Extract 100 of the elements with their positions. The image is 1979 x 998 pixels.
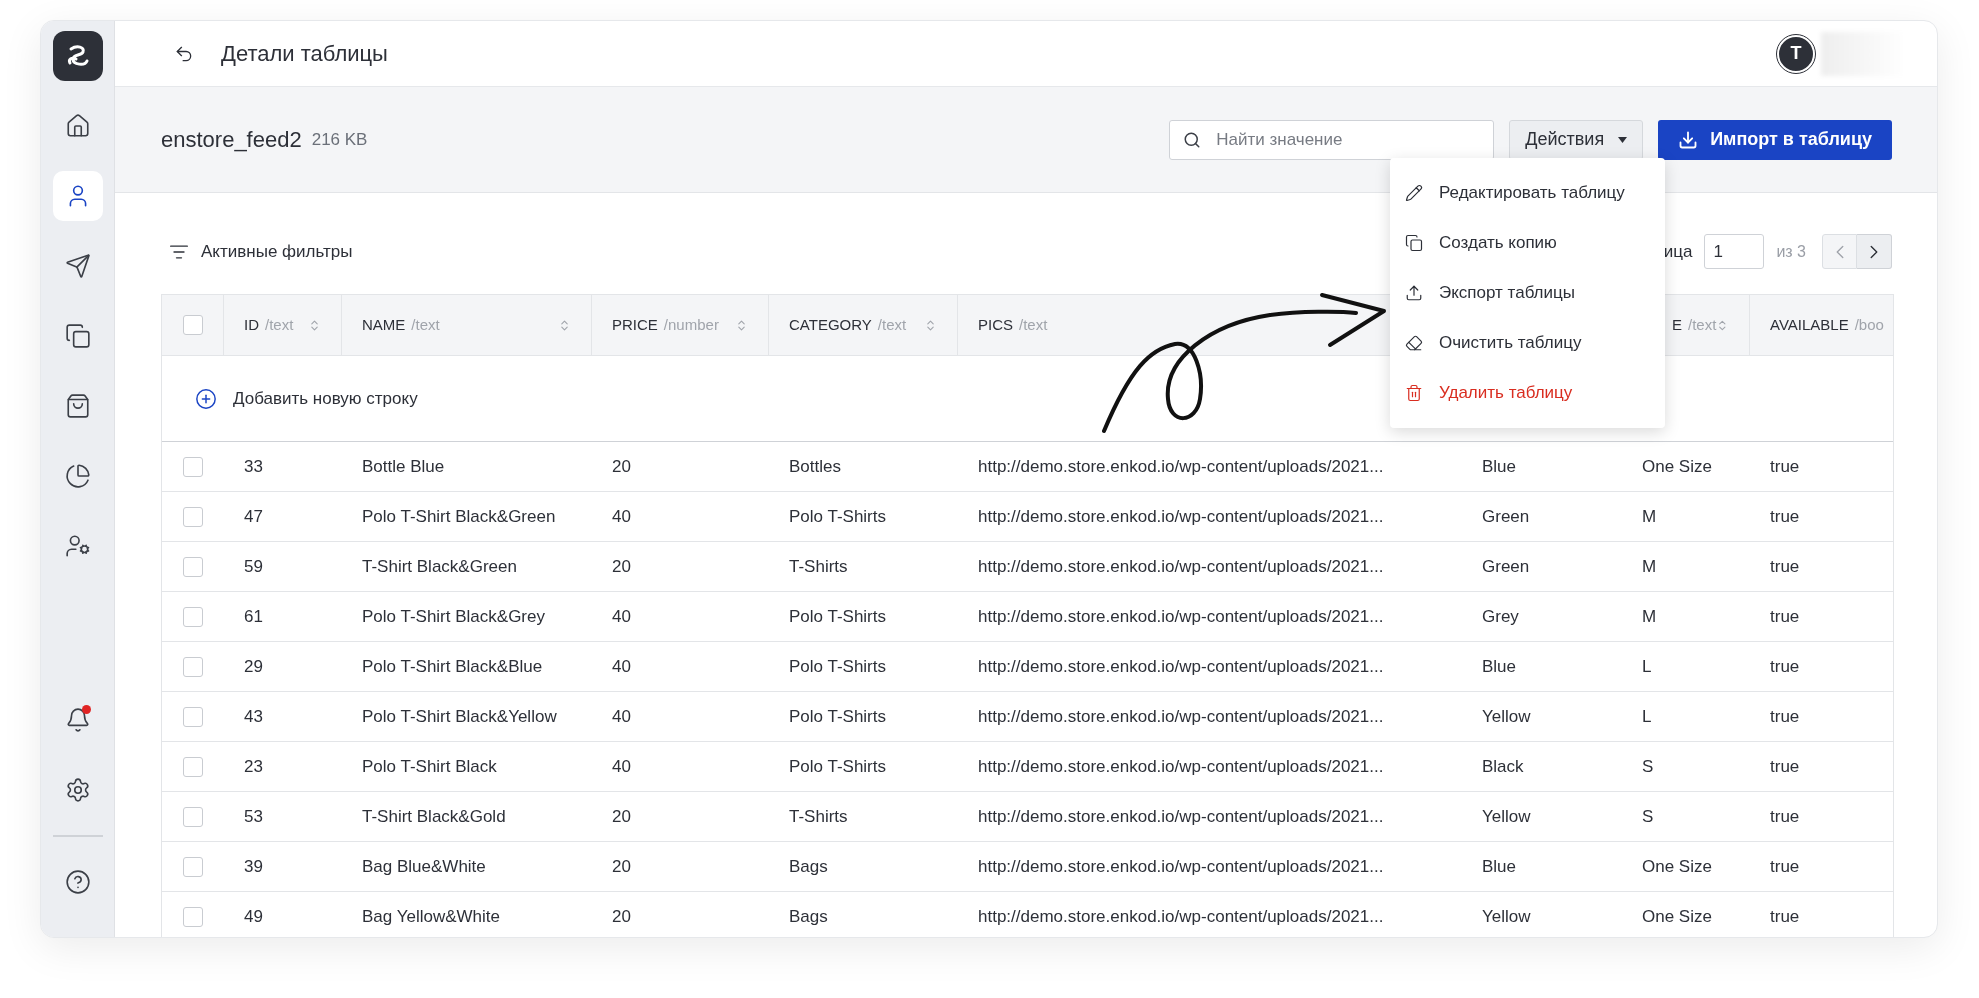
pencil-icon (1405, 184, 1423, 202)
column-header[interactable]: PRICE /number (612, 313, 719, 337)
download-icon (1678, 129, 1699, 150)
menu-item[interactable]: Создать копию (1390, 218, 1665, 268)
table-cell-text: Yellow (1482, 705, 1531, 728)
table-cell-text: 53 (244, 805, 263, 828)
table-cell-text: 29 (244, 655, 263, 678)
import-button[interactable]: Импорт в таблицу (1658, 119, 1892, 160)
add-row-button[interactable]: Добавить новую строку (195, 385, 418, 412)
table-cell-text: S (1642, 755, 1654, 778)
sidebar-item[interactable] (52, 171, 103, 221)
checkbox[interactable] (183, 756, 203, 777)
menu-item[interactable]: Редактировать таблицу (1390, 168, 1665, 218)
table-cell-text: Polo T-Shirts (789, 755, 886, 778)
table-cell-text: Bag Yellow&White (362, 905, 500, 928)
checkbox[interactable] (183, 606, 203, 627)
table-cell-text: http://demo.store.enkod.io/wp-content/uploads/2021... (978, 505, 1384, 528)
sort-icon[interactable] (558, 318, 571, 332)
table-cell-text: 47 (244, 505, 263, 528)
table-cell-text: Polo T-Shirts (789, 705, 886, 728)
table-cell-text: 23 (244, 755, 263, 778)
menu-item[interactable]: Удалить таблицу (1390, 368, 1665, 418)
checkbox[interactable] (183, 706, 203, 727)
table-cell-text: L (1642, 705, 1652, 728)
table-cell-text: Polo T-Shirts (789, 655, 886, 678)
checkbox[interactable] (183, 656, 203, 677)
send-icon (64, 253, 91, 279)
sort-icon[interactable] (924, 318, 937, 332)
checkbox[interactable] (183, 506, 203, 527)
table-cell-text: 61 (244, 605, 263, 628)
eraser-icon (1405, 334, 1423, 352)
table-cell-text: Black (1482, 755, 1524, 778)
table-cell-text: T-Shirts (789, 805, 848, 828)
page-label: ица (1663, 240, 1693, 263)
bag-icon (64, 393, 91, 419)
menu-item[interactable]: Очистить таблицу (1390, 318, 1665, 368)
table-cell-text: 40 (612, 705, 631, 728)
checkbox[interactable] (182, 315, 203, 335)
table-cell-text: http://demo.store.enkod.io/wp-content/uploads/2021... (978, 655, 1384, 678)
table-cell-text: Green (1482, 555, 1530, 578)
table-size: 216 KB (311, 128, 368, 151)
actions-button[interactable]: Действия (1509, 119, 1644, 160)
search-field[interactable]: Найти значение (1169, 119, 1495, 160)
table-cell-text: 40 (612, 605, 631, 628)
table-cell-text: true (1770, 905, 1800, 928)
table-cell-text: L (1642, 655, 1652, 678)
table-cell-text: Green (1482, 505, 1530, 528)
table-cell-text: Blue (1482, 855, 1517, 878)
table-cell-text: Blue (1482, 455, 1517, 478)
previous-page-button[interactable] (1822, 234, 1857, 269)
caret-icon (1618, 136, 1628, 143)
checkbox[interactable] (183, 556, 203, 577)
column-header[interactable]: E /text (1672, 313, 1717, 337)
checkbox[interactable] (183, 906, 203, 927)
table-cell-text: Yellow (1482, 805, 1531, 828)
table-cell-text: Bottles (789, 455, 841, 478)
table-cell-text: http://demo.store.enkod.io/wp-content/uploads/2021... (978, 755, 1384, 778)
sort-icon[interactable] (308, 318, 321, 332)
copy-icon (64, 323, 91, 349)
table-cell-text: 40 (612, 655, 631, 678)
app-logo[interactable] (52, 31, 103, 81)
table-cell-text: Bag Blue&White (362, 855, 486, 878)
table-cell-text: One Size (1642, 905, 1712, 928)
table-cell-text: true (1770, 455, 1800, 478)
column-header[interactable]: AVAILABLE /boo (1770, 313, 1884, 337)
table-cell-text: T-Shirt Black&Green (362, 555, 517, 578)
table-cell-text: 40 (612, 755, 631, 778)
next-page-button[interactable] (1857, 234, 1892, 269)
table-cell-text: Blue (1482, 655, 1517, 678)
column-header[interactable]: NAME /text (362, 313, 440, 337)
table-cell-text: Grey (1482, 605, 1519, 628)
table-cell-text: 43 (244, 705, 263, 728)
table-cell-text: One Size (1642, 855, 1712, 878)
plus-circle-icon (195, 387, 217, 410)
table-cell-text: http://demo.store.enkod.io/wp-content/uploads/2021... (978, 455, 1384, 478)
table-cell-text: http://demo.store.enkod.io/wp-content/uploads/2021... (978, 855, 1384, 878)
table-cell-text: Polo T-Shirts (789, 505, 886, 528)
sort-icon[interactable] (735, 318, 748, 332)
table-cell-text: 20 (612, 805, 631, 828)
table-cell-text: Polo T-Shirts (789, 605, 886, 628)
active-filters-button[interactable]: Активные фильтры (169, 238, 353, 265)
table-cell-text: true (1770, 805, 1800, 828)
table-cell-text: Bottle Blue (362, 455, 445, 478)
table-cell-text: 40 (612, 505, 631, 528)
user-avatar[interactable]: T (1777, 34, 1815, 73)
column-header[interactable]: ID /text (244, 313, 294, 337)
checkbox[interactable] (183, 806, 203, 827)
checkbox[interactable] (183, 456, 203, 477)
table-cell-text: T-Shirt Black&Gold (362, 805, 506, 828)
checkbox[interactable] (183, 856, 203, 877)
table-cell-text: Polo T-Shirt Black&Grey (362, 605, 545, 628)
column-header[interactable]: CATEGORY /text (789, 313, 907, 337)
table-cell-text: 33 (244, 455, 263, 478)
table-cell-text: true (1770, 755, 1800, 778)
page-title: Детали таблицы (221, 40, 388, 68)
table-cell-text: true (1770, 855, 1800, 878)
page-input[interactable]: 1 (1704, 234, 1765, 269)
table-cell-text: Bags (789, 855, 828, 878)
column-header[interactable]: PICS /text (978, 313, 1048, 337)
menu-item[interactable]: Экспорт таблицы (1390, 268, 1665, 318)
